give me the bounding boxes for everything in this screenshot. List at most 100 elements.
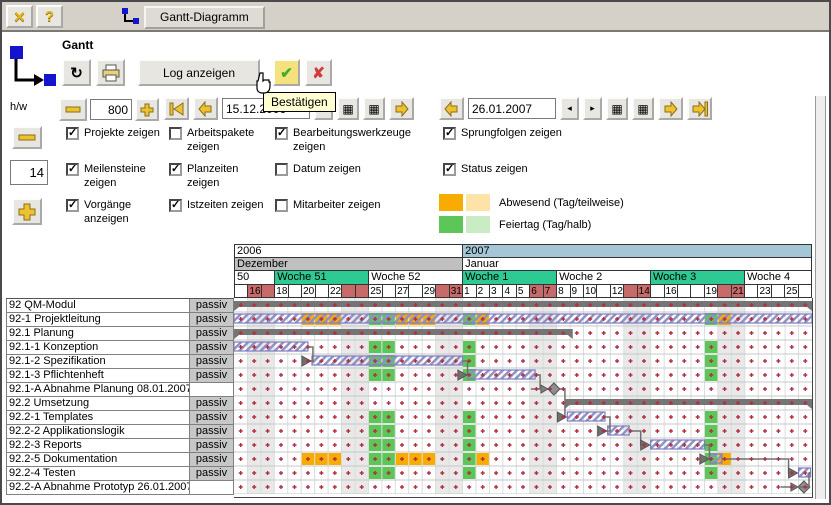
gantt-body [234,298,813,498]
task-status [190,383,234,397]
end-date-calendar2-button[interactable]: ▦ [632,97,654,120]
cancel-button[interactable]: ✘ [305,59,332,86]
calendar-icon: ▦ [611,102,622,116]
task-row[interactable]: 92.1-A Abnahme Planung 08.01.2007 [6,383,234,397]
end-date-last-button[interactable] [687,97,712,120]
header-cell: 2006 [235,244,463,257]
task-bar [234,342,308,351]
header-cell: 50 [235,270,275,284]
checkbox-istzeiten[interactable]: ✓Istzeiten zeigen [169,198,273,234]
task-status: passiv [190,355,234,369]
day-header-cell: 25 [369,284,382,298]
plus-icon [140,103,154,117]
task-name: 92.2-2 Applikationslogik [6,425,190,439]
tab-gantt-diagramm[interactable]: Gantt-Diagramm [144,6,265,29]
task-name: 92.2-3 Reports [6,439,190,453]
close-icon: ✕ [13,8,26,26]
width-input[interactable] [90,99,132,120]
day-header-cell: 8 [557,284,570,298]
help-button[interactable]: ? [36,5,63,28]
start-date-back-button[interactable] [193,97,218,120]
checkbox-box[interactable]: ✓ [443,127,456,140]
log-anzeigen-button[interactable]: Log anzeigen [138,59,260,86]
day-header-cell [235,284,248,298]
task-row[interactable]: 92.1-3 Pflichtenheftpassiv [6,369,234,383]
task-row[interactable]: 92.1 Planungpassiv [6,327,234,341]
task-row[interactable]: 92.2 Umsetzungpassiv [6,397,234,411]
close-button[interactable]: ✕ [6,5,33,28]
print-button[interactable] [96,59,125,86]
checkbox-meilensteine[interactable]: ✓ Meilensteine zeigen [66,162,167,198]
task-row[interactable]: 92.2-4 Testenpassiv [6,467,234,481]
checkbox-status[interactable]: ✓Status zeigen [443,162,618,198]
day-header-cell: 10 [584,284,597,298]
year-band: 20062007 [234,244,812,257]
vertical-scrollbar[interactable] [815,96,826,499]
day-header-cell: 29 [423,284,436,298]
log-button-label: Log anzeigen [163,66,235,80]
task-row[interactable]: 92.2-3 Reportspassiv [6,439,234,453]
checkbox-box[interactable]: ✓ [169,163,182,176]
checkbox-label: Meilensteine zeigen [84,162,167,190]
summary-notch [807,405,812,409]
header-cell: Woche 1 [463,270,557,284]
checkbox-vorgaenge[interactable]: ✓Vorgänge anzeigen [66,198,167,234]
confirm-button[interactable]: ✔ [273,59,300,86]
day-header-cell: 21 [732,284,745,298]
start-date-calendar2-button[interactable]: ▦ [363,97,385,120]
checkbox-box[interactable]: ✓ [275,127,288,140]
end-date-input[interactable] [468,98,556,119]
end-date-step-forward-button[interactable]: ▸ [583,97,602,120]
task-row[interactable]: 92.1-2 Spezifikationpassiv [6,355,234,369]
row-count-input[interactable] [10,160,48,185]
checkbox-box[interactable] [169,127,182,140]
checkbox-datum[interactable]: Datum zeigen [275,162,441,198]
checkbox-box[interactable]: ✓ [66,163,79,176]
checkbox-label: Mitarbeiter zeigen [293,198,380,212]
start-date-first-button[interactable] [164,97,189,120]
checkbox-box[interactable] [275,163,288,176]
rows-plus-button[interactable] [12,198,42,225]
minus-icon [65,106,81,114]
checkbox-mitarbeiter[interactable]: Mitarbeiter zeigen [275,198,441,234]
confirm-check-icon: ✔ [280,64,293,82]
task-status [190,481,234,495]
task-row[interactable]: 92-1 Projektleitungpassiv [6,313,234,327]
task-row[interactable]: 92.2-2 Applikationslogikpassiv [6,425,234,439]
width-minus-button[interactable] [59,98,87,121]
task-bar [567,412,605,421]
checkbox-box[interactable]: ✓ [169,199,182,212]
end-date-step-back-button[interactable]: ◂ [560,97,579,120]
width-plus-button[interactable] [135,98,159,121]
rows-minus-button[interactable] [12,126,42,149]
panel-title: Gantt [62,38,93,52]
end-date-forward-button[interactable] [658,97,683,120]
checkbox-werkzeuge[interactable]: ✓Bearbeitungswerkzeuge zeigen [275,126,441,162]
checkbox-box[interactable]: ✓ [66,127,79,140]
checkbox-projekte[interactable]: ✓Projekte zeigen [66,126,167,162]
checkbox-planzeiten[interactable]: ✓ Planzeiten zeigen [169,162,273,198]
checkbox-arbeitspakete[interactable]: Arbeitspakete zeigen [169,126,273,162]
step-left-icon: ◂ [567,103,572,114]
day-header-cell [262,284,275,298]
checkbox-box[interactable]: ✓ [66,199,79,212]
checkbox-box[interactable] [275,199,288,212]
task-name: 92.1 Planung [6,327,190,341]
task-row[interactable]: 92 QM-Modulpassiv [6,299,234,313]
refresh-button[interactable]: ↻ [62,59,91,86]
day-header-cell: 4 [503,284,516,298]
task-name: 92.1-3 Pflichtenheft [6,369,190,383]
legend-label: Abwesend (Tag/teilweise) [499,197,624,209]
task-row[interactable]: 92.2-1 Templatespassiv [6,411,234,425]
end-date-calendar-button[interactable]: ▦ [606,97,628,120]
start-date-forward-button[interactable] [389,97,414,120]
checkbox-label: Planzeiten zeigen [187,162,273,190]
checkbox-sprungfolgen[interactable]: ✓Sprungfolgen zeigen [443,126,618,162]
end-date-back-button[interactable] [439,97,464,120]
task-row[interactable]: 92.2-A Abnahme Prototyp 26.01.2007 [6,481,234,495]
checkbox-label: Datum zeigen [293,162,361,176]
checkbox-box[interactable]: ✓ [443,163,456,176]
task-row[interactable]: 92.2-5 Dokumentationpassiv [6,453,234,467]
task-row[interactable]: 92.1-1 Konzeptionpassiv [6,341,234,355]
start-date-calendar-button[interactable]: ▦ [337,97,359,120]
